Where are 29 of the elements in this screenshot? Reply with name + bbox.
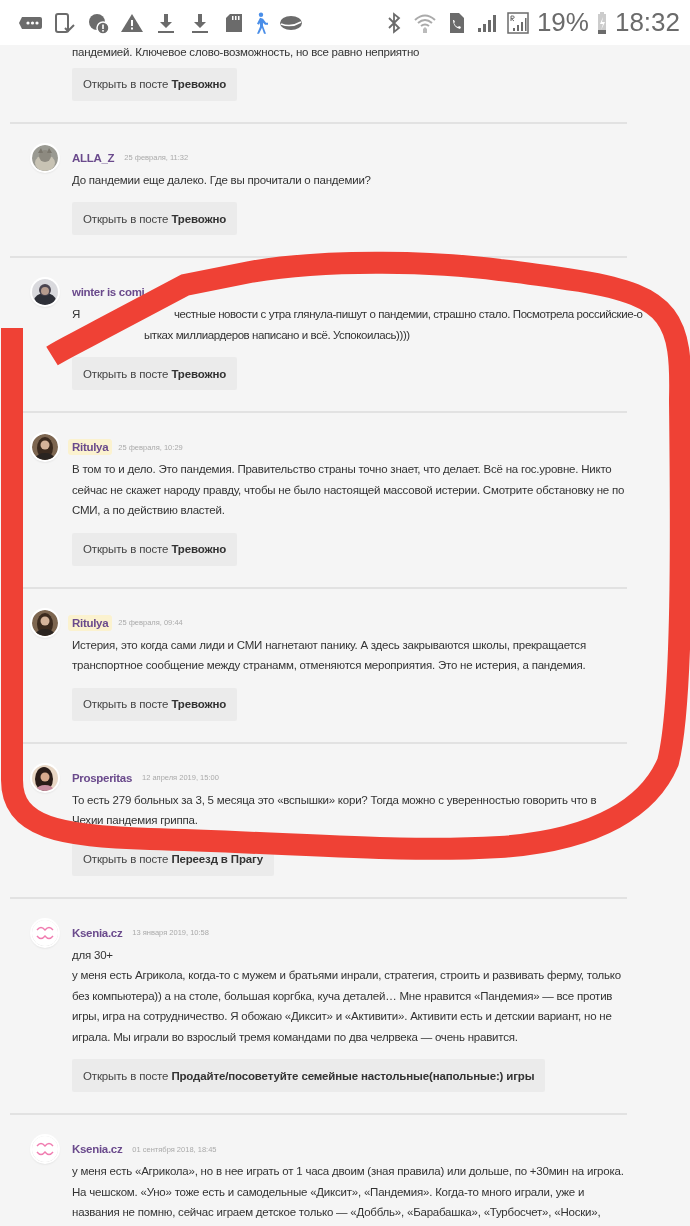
tablet-check-icon (52, 10, 76, 35)
author-link[interactable]: ALLA_Z (68, 149, 119, 166)
battery-charging-icon (595, 10, 608, 35)
open-in-post-button[interactable]: Открыть в посте Тревожно (72, 532, 238, 566)
comment-text: у меня есть «Агрикола», но в нее играть от 1 часа двоим (зная правила) или дольше, по +30мин на игрока. На чешском. «Уно» тоже есть и самодельные «Диксит», «Пандемия». Когда-то много играли, уже и названия не помню, сейчас играем детское только — «Доббль», «Барабашка», «Турбосчет», «Носки», (72, 1164, 625, 1220)
battery-percent: 19% (536, 7, 589, 38)
comment-text: В том то и дело. Это пандемия. Правительство страны точно знает, что делает. Всё на гос.уровне. Никто сейчас не скажет народу правду, чтобы не было настоящей массовой истерии. Смотрите обстановку не по СМИ, а по действию властей. (72, 462, 626, 518)
clock-time: 18:32 (614, 7, 680, 38)
author-link[interactable]: Ritulya (68, 614, 113, 631)
comment-text: То есть 279 больных за 3, 5 месяца это «вспышки» кори? Тогда можно с уверенностью говорить что в Чехии пандемия гриппа. (72, 792, 598, 828)
roaming-signal-icon (505, 10, 530, 35)
comment-text: Я (72, 307, 80, 322)
comment-text: До пандемии еще далеко. Где вы прочитали о пандемии? (72, 172, 372, 188)
author-link[interactable]: winter is comi (68, 284, 149, 300)
comment-text: Истерия, это когда сами лиди и СМИ нагнетают панику. А здесь закрываются школы, прекращается транспортное сообщение между странамм, отменяются мероприятия. Это не истерия, а пандемия. (72, 637, 587, 673)
comment-text: ытках миллиардеров написано и всё. Успокоилась)))) (144, 327, 410, 343)
open-in-post-button[interactable]: Открыть в посте Тревожно (72, 687, 238, 721)
comment-text: честные новости с утра глянула-пишут о пандемии, страшно стало. Посмотрела российские-о (173, 307, 643, 322)
author-link[interactable]: Ritulya (68, 439, 113, 455)
comment-text: для 30+ у меня есть Агрикола, когда-то с мужем и братьями инрали, стратегия, строить и развивать ферму, только без компьютера)) а на столе, большая коргбка, куча деталей… Мне нравится «Пандемия» — все против игры, игра на сотрудничество. Я обожаю «Диксит» и «Активити». Активити есть и детскии вариант, но не играла. Мы играли во взрослый тремя командами по два челрвека — очень нравится. (72, 947, 622, 1045)
author-link[interactable]: Prosperitas (68, 769, 136, 786)
open-in-post-button[interactable]: Открыть в посте Тревожно (72, 67, 238, 101)
comment-text: пандемией. Ключевое слово-возможность, но все равно неприятно (72, 45, 421, 60)
author-link[interactable]: Ksenia.cz (68, 924, 127, 941)
author-link[interactable]: Ksenia.cz (68, 1141, 127, 1157)
open-in-post-button[interactable]: Открыть в посте Тревожно (72, 202, 238, 235)
walking-person-icon (256, 11, 269, 34)
open-in-post-button[interactable]: Открыть в посте Тревожно (72, 357, 238, 390)
open-in-post-button[interactable]: Открыть в посте Продайте/посоветуйте семейные настольные(напольные:) игры (72, 1059, 546, 1092)
